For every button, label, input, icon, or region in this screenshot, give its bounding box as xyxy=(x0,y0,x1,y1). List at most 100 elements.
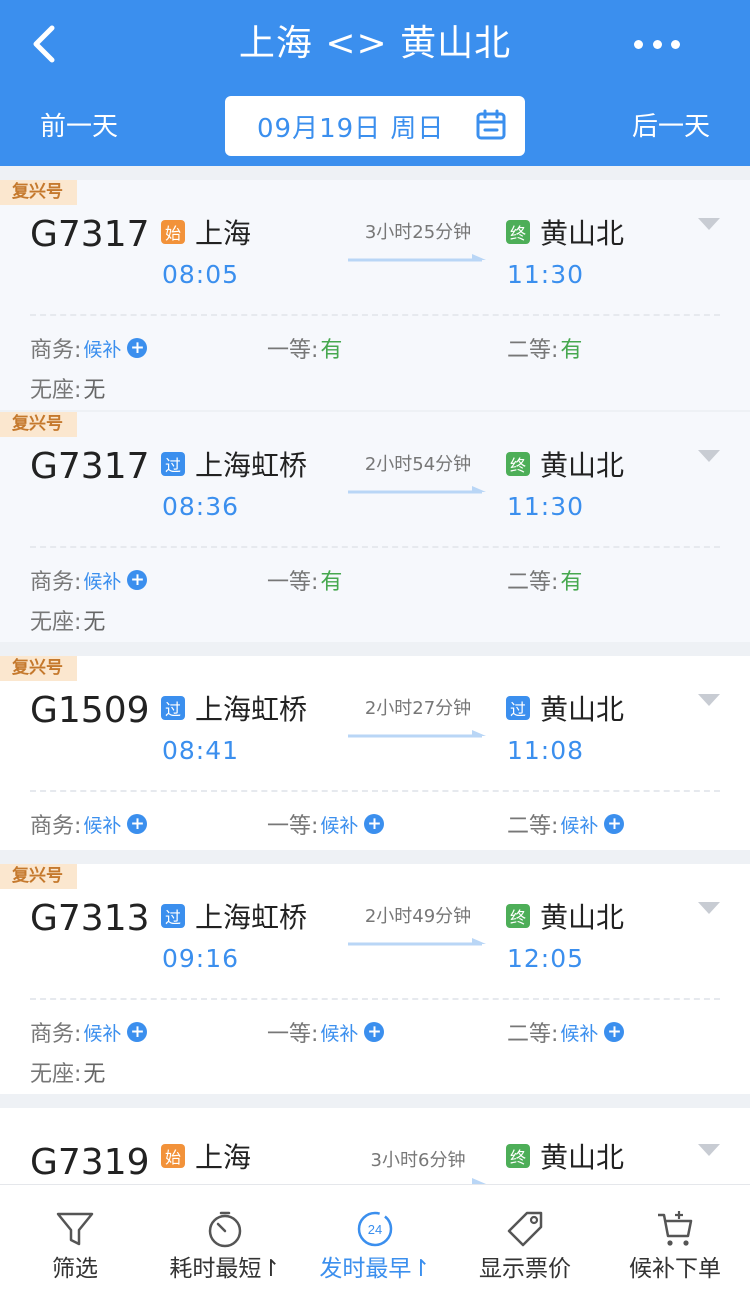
arrival-station: 终 黄山北 xyxy=(506,1138,624,1174)
arrival-station: 终 黄山北 xyxy=(506,446,624,482)
fuxing-badge: 复兴号 xyxy=(0,412,77,437)
expand-chevron-icon[interactable] xyxy=(698,902,720,916)
station-tag-start-icon: 始 xyxy=(161,1144,185,1168)
expand-chevron-icon[interactable] xyxy=(698,450,720,464)
expand-chevron-icon[interactable] xyxy=(698,1144,720,1158)
more-button[interactable] xyxy=(634,24,680,64)
seat-status: 无 xyxy=(83,1062,106,1087)
card-divider xyxy=(30,314,720,316)
seat-business[interactable]: 商务: 候补 + xyxy=(30,1016,148,1048)
arrival-station: 过 黄山北 xyxy=(506,690,624,726)
page-title: 上海 <> 黄山北 xyxy=(238,23,512,64)
card-divider xyxy=(30,790,720,792)
train-number: G7313 xyxy=(30,898,150,939)
trip-duration: 3小时6分钟 xyxy=(370,1150,466,1171)
departure-station: 过 上海虹桥 xyxy=(161,690,307,726)
seat-label: 二等: xyxy=(507,814,559,839)
next-day-button[interactable]: 后一天 xyxy=(632,104,710,150)
seat-second-class[interactable]: 二等: 有 xyxy=(507,332,582,364)
seat-business[interactable]: 商务: 候补 + xyxy=(30,808,148,840)
departure-time: 08:41 xyxy=(162,736,240,765)
expand-chevron-icon[interactable] xyxy=(698,694,720,708)
seat-first-class[interactable]: 一等: 有 xyxy=(267,332,342,364)
svg-text:24: 24 xyxy=(368,1222,382,1237)
seat-business[interactable]: 商务: 候补 + xyxy=(30,332,148,364)
seat-status: 有 xyxy=(560,570,583,595)
more-dots-icon xyxy=(634,39,643,49)
seat-status: 候补 xyxy=(320,1022,359,1045)
fuxing-badge: 复兴号 xyxy=(0,864,77,889)
trip-arrow-icon xyxy=(348,486,486,494)
seat-label: 一等: xyxy=(267,338,319,363)
trip-arrow-icon xyxy=(348,938,486,946)
train-card[interactable]: 复兴号 G1509 过 上海虹桥 08:41 2小时27分钟 过 黄山北 11:… xyxy=(0,656,750,850)
seat-label: 商务: xyxy=(30,1022,82,1047)
fuxing-badge: 复兴号 xyxy=(0,180,77,205)
arrival-station: 终 黄山北 xyxy=(506,898,624,934)
seat-second-class[interactable]: 二等: 候补 + xyxy=(507,808,625,840)
calendar-icon xyxy=(476,109,506,140)
departure-station-name: 上海 xyxy=(195,217,252,250)
trip-arrow-icon xyxy=(472,1178,486,1184)
back-button[interactable] xyxy=(22,20,66,68)
tab-filter[interactable]: 筛选 xyxy=(0,1185,150,1293)
plus-circle-icon: + xyxy=(364,1022,385,1042)
expand-chevron-icon[interactable] xyxy=(698,218,720,232)
departure-station-name: 上海虹桥 xyxy=(195,449,308,482)
tab-waitlist-order[interactable]: 候补下单 xyxy=(600,1185,750,1293)
back-arrow-icon xyxy=(33,25,55,63)
date-text: 09月19日 周日 xyxy=(257,113,445,144)
departure-station: 过 上海虹桥 xyxy=(161,898,307,934)
arrival-time: 11:30 xyxy=(507,260,585,289)
arrival-station-name: 黄山北 xyxy=(540,693,625,726)
seat-second-class[interactable]: 二等: 有 xyxy=(507,564,582,596)
seat-first-class[interactable]: 一等: 候补 + xyxy=(267,1016,385,1048)
seat-no-seat: 无座: 无 xyxy=(30,372,105,404)
seat-status: 无 xyxy=(83,610,106,635)
trip-duration: 2小时54分钟 xyxy=(364,454,472,475)
arrival-station-name: 黄山北 xyxy=(540,217,625,250)
trip-duration: 2小时49分钟 xyxy=(364,906,472,927)
seat-status: 候补 xyxy=(83,338,122,361)
seat-business[interactable]: 商务: 候补 + xyxy=(30,564,148,596)
plus-circle-icon: + xyxy=(127,1022,148,1042)
tab-label: 候补下单 xyxy=(629,1256,721,1282)
arrival-time: 12:05 xyxy=(507,944,585,973)
station-tag-pass-icon: 过 xyxy=(161,452,185,476)
train-card[interactable]: 复兴号 G7317 始 上海 08:05 3小时25分钟 终 黄山北 11:30… xyxy=(0,180,750,410)
fuxing-badge: 复兴号 xyxy=(0,656,77,681)
departure-station: 始 上海 xyxy=(161,1138,251,1174)
seat-status: 无 xyxy=(83,378,106,403)
train-number: G1509 xyxy=(30,690,150,731)
departure-station-name: 上海虹桥 xyxy=(195,901,308,934)
seat-first-class[interactable]: 一等: 候补 + xyxy=(267,808,385,840)
seat-label: 无座: xyxy=(30,1062,82,1087)
seat-label: 商务: xyxy=(30,570,82,595)
seat-first-class[interactable]: 一等: 有 xyxy=(267,564,342,596)
seat-label: 二等: xyxy=(507,338,559,363)
tab-show-price[interactable]: 显示票价 xyxy=(450,1185,600,1293)
clock-24-icon: 24 xyxy=(357,1211,393,1247)
prev-day-button[interactable]: 前一天 xyxy=(40,104,118,150)
train-card[interactable]: G7319 始 上海 3小时6分钟 终 黄山北 xyxy=(0,1108,750,1184)
seat-label: 一等: xyxy=(267,570,319,595)
top-bar: 上海 <> 黄山北 前一天 09月19日 周日 后一天 xyxy=(0,0,750,166)
seat-status: 候补 xyxy=(560,814,599,837)
train-card[interactable]: 复兴号 G7317 过 上海虹桥 08:36 2小时54分钟 终 黄山北 11:… xyxy=(0,412,750,642)
station-tag-end-icon: 终 xyxy=(506,1144,530,1168)
tab-shortest-duration[interactable]: 耗时最短↾ xyxy=(150,1185,300,1293)
cart-add-icon xyxy=(658,1211,693,1246)
seat-status: 候补 xyxy=(83,570,122,593)
seat-label: 无座: xyxy=(30,610,82,635)
seat-second-class[interactable]: 二等: 候补 + xyxy=(507,1016,625,1048)
train-number: G7319 xyxy=(30,1142,150,1183)
plus-circle-icon: + xyxy=(127,814,148,834)
departure-station: 始 上海 xyxy=(161,214,251,250)
seat-status: 有 xyxy=(320,570,343,595)
train-card[interactable]: 复兴号 G7313 过 上海虹桥 09:16 2小时49分钟 终 黄山北 12:… xyxy=(0,864,750,1094)
arrival-station-name: 黄山北 xyxy=(540,449,625,482)
date-selector[interactable]: 09月19日 周日 xyxy=(225,96,525,156)
tab-earliest-departure[interactable]: 24 发时最早↾ xyxy=(300,1185,450,1293)
tab-label: 发时最早↾ xyxy=(319,1256,431,1282)
departure-time: 08:36 xyxy=(162,492,240,521)
